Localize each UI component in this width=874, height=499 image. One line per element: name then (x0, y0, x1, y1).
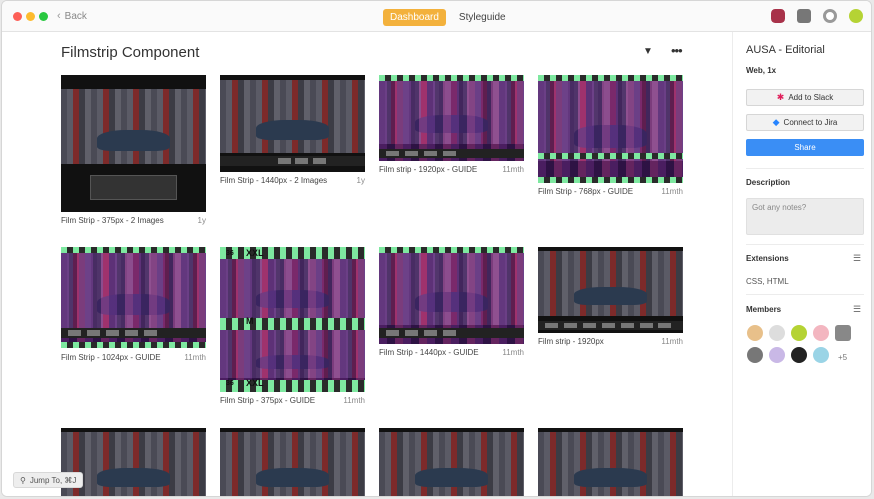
thumbnail-card[interactable]: Film strip - 1920px - GUIDE 11mth (379, 75, 524, 175)
thumbnail-card[interactable]: Film strip - 1920px 11mth (538, 247, 683, 347)
card-age: 11mth (502, 165, 524, 174)
extensions-label: Extensions (746, 254, 789, 263)
connect-to-jira-button[interactable]: ◆ Connect to Jira (746, 114, 864, 131)
caret-down-icon[interactable]: ▼ (643, 46, 653, 57)
tennis-ball-icon[interactable] (849, 9, 863, 23)
description-label: Description (746, 178, 791, 187)
notes-field[interactable] (746, 198, 864, 235)
slack-icon: ✱ (776, 92, 785, 102)
avatar[interactable] (769, 325, 785, 341)
avatar[interactable] (813, 347, 829, 363)
card-caption: Film Strip - 768px - GUIDE (538, 187, 634, 196)
thumbnail-card[interactable]: Film Strip - 375px - 2 Images 1y (61, 75, 206, 225)
more-options-icon[interactable]: ••• (671, 43, 683, 58)
avatar[interactable] (791, 325, 807, 341)
sidebar: AUSA - Editorial Web, 1x ✱ Add to Slack … (732, 32, 871, 496)
card-age: 1y (197, 216, 206, 225)
card-caption: Film Strip - 1440px - GUIDE (379, 348, 479, 357)
thumbnail-card[interactable]: Film Strip - 1440px - GUIDE 11mth (379, 247, 524, 362)
card-caption: Film Strip - 375px - GUIDE (220, 396, 316, 405)
thumbnail-image (61, 75, 206, 212)
avatar[interactable] (835, 325, 851, 341)
divider (746, 168, 864, 169)
thumbnail-image (379, 428, 524, 496)
zoom-window-button[interactable] (39, 12, 48, 21)
thumbnail-card[interactable] (61, 428, 206, 496)
chat-icon[interactable] (797, 9, 811, 23)
avatar[interactable] (747, 347, 763, 363)
thumbnail-image (538, 428, 683, 496)
back-label: Back (64, 10, 87, 22)
guide-size-label: XXL (246, 378, 264, 388)
card-caption: Film Strip - 1440px - 2 Images (220, 176, 328, 185)
members-label: Members (746, 305, 782, 314)
avatar[interactable] (813, 325, 829, 341)
thumbnail-image (379, 247, 524, 344)
chevron-left-icon: ‹ (57, 10, 61, 22)
tab-dashboard[interactable]: Dashboard (383, 9, 446, 26)
main-content: Filmstrip Component ▼ ••• Film Strip - 3… (2, 32, 732, 496)
share-button[interactable]: Share (746, 139, 864, 156)
project-title: AUSA - Editorial (746, 44, 825, 56)
card-caption: Film Strip - 375px - 2 Images (61, 216, 164, 225)
divider (746, 244, 864, 245)
divider (746, 294, 864, 295)
more-members-count[interactable]: +5 (838, 353, 847, 362)
close-window-button[interactable] (13, 12, 22, 21)
avatar[interactable] (769, 347, 785, 363)
tab-styleguide[interactable]: Styleguide (452, 9, 513, 26)
thumbnail-card[interactable] (538, 428, 683, 496)
thumbnail-image (220, 428, 365, 496)
minimize-window-button[interactable] (26, 12, 35, 21)
thumbnail-card[interactable]: Film Strip - 1024px - GUIDE 11mth (61, 247, 206, 365)
card-age: 11mth (661, 187, 683, 196)
avatar[interactable] (747, 325, 763, 341)
card-age: 11mth (502, 348, 524, 357)
thumbnail-card[interactable] (379, 428, 524, 496)
guide-number: 36 (226, 250, 234, 257)
card-caption: Film strip - 1920px - GUIDE (379, 165, 478, 174)
thumbnail-image: 36 XXL M 36 XXL (220, 247, 365, 392)
search-icon: ⚲ (20, 475, 26, 485)
card-caption: Film Strip - 1024px - GUIDE (61, 353, 161, 362)
thumbnail-card[interactable] (220, 428, 365, 496)
settings-sliders-icon[interactable]: ☰ (853, 253, 861, 264)
thumbnail-image (538, 75, 683, 183)
project-platform: Web, 1x (746, 66, 777, 75)
jump-to-button[interactable]: ⚲ Jump To, ⌘J (13, 472, 84, 488)
card-age: 11mth (661, 337, 683, 346)
connect-to-jira-label: Connect to Jira (783, 118, 838, 127)
thumbnail-image (61, 428, 206, 496)
jump-to-label: Jump To, ⌘J (29, 475, 77, 485)
jira-icon: ◆ (772, 117, 780, 127)
card-age: 11mth (343, 396, 365, 405)
card-caption: Film strip - 1920px (538, 337, 604, 346)
extensions-value: CSS, HTML (746, 277, 789, 286)
thumbnail-image (538, 247, 683, 333)
thumbnail-card[interactable]: Film Strip - 768px - GUIDE 11mth (538, 75, 683, 200)
card-age: 11mth (184, 353, 206, 362)
card-age: 1y (356, 176, 365, 185)
thumbnail-image (379, 75, 524, 161)
back-button[interactable]: ‹ Back (57, 10, 87, 22)
thumbnail-image (220, 75, 365, 172)
add-to-slack-button[interactable]: ✱ Add to Slack (746, 89, 864, 106)
thumbnail-image (61, 247, 206, 348)
add-to-slack-label: Add to Slack (788, 93, 834, 102)
guide-size-label: XXL (246, 248, 264, 258)
guide-size-label: M (246, 316, 254, 326)
thumbnail-card[interactable]: 36 XXL M 36 XXL Film Strip - 375px - GUI… (220, 247, 365, 409)
tab-bar: Dashboard Styleguide (383, 9, 513, 26)
guide-number: 36 (226, 380, 234, 387)
page-title: Filmstrip Component (61, 44, 200, 61)
thumbnail-card[interactable]: Film Strip - 1440px - 2 Images 1y (220, 75, 365, 185)
toolbar-icons (771, 9, 863, 23)
help-lifebuoy-icon[interactable] (823, 9, 837, 23)
title-bar: ‹ Back Dashboard Styleguide (2, 1, 871, 32)
app-window: ‹ Back Dashboard Styleguide Filmstrip Co… (1, 0, 872, 497)
mascot-icon[interactable] (771, 9, 785, 23)
avatar[interactable] (791, 347, 807, 363)
settings-sliders-icon[interactable]: ☰ (853, 304, 861, 315)
